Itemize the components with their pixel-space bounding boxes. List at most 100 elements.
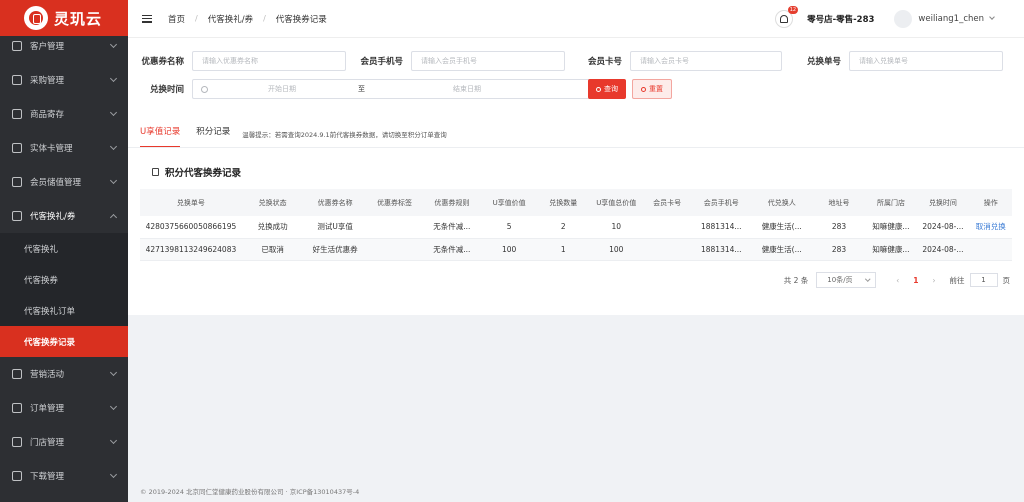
column-header: U享值价值: [481, 189, 537, 216]
chevron-down-icon: [109, 176, 118, 185]
table-cell: 知嘛健康...: [865, 238, 917, 261]
menu-toggle-icon[interactable]: [142, 14, 152, 23]
column-header: 操作: [969, 189, 1012, 216]
table-cell: [642, 216, 692, 239]
exchange-time-label: 兑换时间: [149, 85, 184, 95]
start-date-input[interactable]: 开始日期: [268, 84, 296, 94]
table-cell: 4280375660050866195: [140, 216, 242, 239]
table-cell: 无条件减...: [422, 238, 482, 261]
card-no-input[interactable]: 请输入会员卡号: [630, 51, 782, 71]
table-cell: 知嘛健康...: [865, 216, 917, 239]
column-header: 兑换数量: [536, 189, 590, 216]
store-icon: [12, 437, 22, 447]
goto-page-input[interactable]: 1: [969, 273, 998, 287]
sidebar-item-purchase[interactable]: 采购管理: [0, 63, 128, 97]
column-header: 代兑换人: [750, 189, 813, 216]
download-icon: [12, 471, 22, 481]
sidebar-item-stores[interactable]: 门店管理: [0, 425, 128, 459]
table-cell: 测试U享值: [303, 216, 367, 239]
query-button[interactable]: 查询: [588, 79, 626, 99]
table-cell: [969, 238, 1012, 261]
tab-hint: 温馨提示：若需查询2024.9.1前代客换券数据，请切换至积分订单查询: [242, 131, 447, 139]
coupon-name-input[interactable]: 请输入优惠券名称: [192, 51, 346, 71]
search-icon: [596, 86, 601, 92]
document-icon: [152, 168, 159, 176]
total-count: 共 2 条: [783, 275, 809, 285]
user-file-icon: [12, 41, 22, 51]
chevron-down-icon: [109, 436, 118, 445]
tab-u-value-records[interactable]: U享值记录: [140, 126, 181, 147]
chevron-up-icon: [109, 213, 118, 222]
book-icon: [12, 143, 22, 153]
page-size-select[interactable]: 10条/页: [816, 272, 877, 288]
tab-divider: [128, 147, 1024, 148]
notification-badge: 12: [787, 5, 799, 14]
breadcrumb-home[interactable]: 首页: [168, 13, 185, 25]
grid-icon: [12, 403, 22, 413]
reset-button[interactable]: 重置: [632, 79, 672, 99]
table-cell: 100: [481, 238, 537, 261]
exchange-no-input[interactable]: 请输入兑换单号: [849, 51, 1003, 71]
sidebar-item-downloads[interactable]: 下载管理: [0, 459, 128, 493]
table-cell: 1: [536, 238, 590, 261]
sidebar-subitem-coupon-records[interactable]: 代客换券记录: [0, 326, 128, 357]
username[interactable]: weiliang1_chen: [918, 14, 984, 24]
table-header-row: 兑换单号 兑换状态 优惠券名称 优惠券标签 优惠券规则 U享值价值 兑换数量 U…: [140, 189, 1012, 216]
sidebar-item-orders[interactable]: 订单管理: [0, 391, 128, 425]
notification-button[interactable]: 12: [775, 5, 799, 28]
sidebar-subitem-coupon[interactable]: 代客换券: [0, 264, 128, 295]
avatar[interactable]: [894, 9, 913, 28]
page-number[interactable]: 1: [913, 276, 918, 285]
phone-input[interactable]: 请输入会员手机号: [411, 51, 565, 71]
prev-page-icon[interactable]: ‹: [896, 276, 899, 285]
cancel-exchange-link[interactable]: 取消兑换: [969, 216, 1012, 239]
table-cell: 2024-08-...: [916, 216, 970, 239]
phone-label: 会员手机号: [360, 57, 403, 67]
sidebar-item-storage[interactable]: 商品寄存: [0, 97, 128, 131]
table-cell: 1881314...: [691, 216, 751, 239]
box-icon: [12, 109, 22, 119]
breadcrumb-separator: /: [195, 14, 198, 23]
column-header: 优惠券名称: [303, 189, 367, 216]
sidebar-item-customer[interactable]: 客户管理: [0, 29, 128, 63]
table-cell: 1881314...: [691, 238, 751, 261]
chevron-down-icon: [109, 368, 118, 377]
table-row: 4280375660050866195 兑换成功 测试U享值 无条件减... 5…: [140, 216, 1012, 239]
next-page-icon[interactable]: ›: [933, 276, 936, 285]
chevron-down-icon: [109, 142, 118, 151]
chevron-down-icon: [109, 40, 118, 49]
breadcrumb-exchange[interactable]: 代客换礼/券: [208, 13, 253, 25]
refresh-icon: [641, 86, 646, 92]
end-date-input[interactable]: 结束日期: [453, 84, 481, 94]
table-cell: [366, 238, 423, 261]
sidebar-item-marketing[interactable]: 营销活动: [0, 357, 128, 391]
sidebar-subitem-gift-orders[interactable]: 代客换礼订单: [0, 295, 128, 326]
chevron-down-icon: [865, 276, 871, 282]
column-header: 优惠券标签: [366, 189, 423, 216]
column-header: 兑换时间: [916, 189, 970, 216]
exchange-no-label: 兑换单号: [806, 57, 841, 67]
table-cell: [642, 238, 692, 261]
column-header: 所属门店: [865, 189, 917, 216]
table-cell: 283: [812, 238, 866, 261]
logo-icon: [24, 6, 48, 30]
breadcrumb-separator: /: [263, 14, 266, 23]
purchase-icon: [12, 75, 22, 85]
range-separator: 至: [358, 85, 365, 93]
tab-points-records[interactable]: 积分记录: [196, 126, 230, 144]
sidebar-item-member-value[interactable]: 会员储值管理: [0, 165, 128, 199]
top-header: 首页 / 代客换礼/券 / 代客换券记录 12 零号店-零售-283 weili…: [128, 0, 1024, 38]
table-row: 4271398113249624083 已取消 好生活优惠券 无条件减... 1…: [140, 238, 1012, 261]
sidebar-subitem-gift[interactable]: 代客换礼: [0, 233, 128, 264]
goto-label: 前往: [949, 275, 965, 285]
sidebar-item-cards[interactable]: 实体卡管理: [0, 131, 128, 165]
store-name: 零号店-零售-283: [807, 14, 875, 25]
sidebar-item-exchange[interactable]: 代客换礼/券: [0, 199, 128, 233]
date-range-picker[interactable]: 开始日期 至 结束日期: [192, 79, 592, 99]
table-cell: 健康生活(...: [750, 216, 813, 239]
table-cell: 2: [536, 216, 590, 239]
table-cell: 5: [481, 216, 537, 239]
chevron-down-icon[interactable]: [989, 14, 995, 20]
chevron-down-icon: [109, 74, 118, 83]
chevron-down-icon: [109, 470, 118, 479]
